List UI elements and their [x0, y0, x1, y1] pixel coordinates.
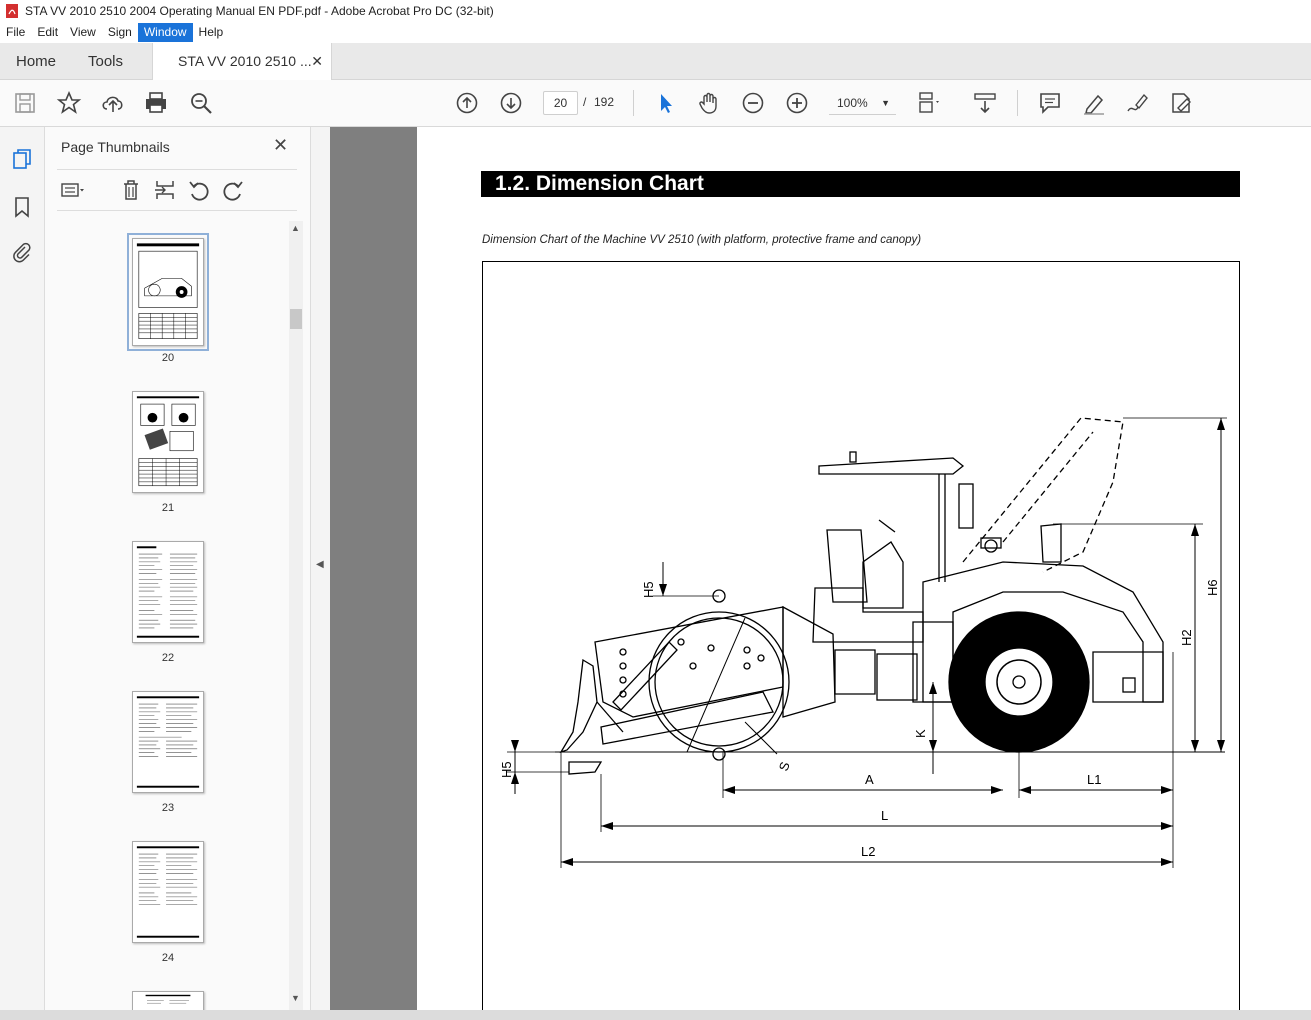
tab-home[interactable]: Home	[16, 43, 56, 80]
section-title: 1.2. Dimension Chart	[481, 171, 1240, 197]
tab-document-label: STA VV 2010 2510 ...	[178, 53, 312, 69]
star-icon[interactable]	[56, 90, 82, 116]
scroll-down-icon[interactable]: ▼	[291, 993, 300, 1003]
bookmark-icon[interactable]	[10, 195, 34, 219]
page-thumbnail[interactable]	[132, 391, 204, 493]
figure-caption: Dimension Chart of the Machine VV 2510 (…	[482, 234, 922, 246]
zoom-out-icon[interactable]	[740, 90, 766, 116]
menu-view[interactable]: View	[64, 23, 102, 42]
chevron-down-icon: ▼	[881, 98, 890, 108]
page-thumbnails-panel: Page Thumbnails ✕ 20 21 22 23 24 ▲ ▼	[45, 127, 311, 1020]
collapse-panel-icon[interactable]: ◀	[316, 559, 324, 570]
machine-line-drawing: H5 H5 S K A L1 L L2 H2 H6	[499, 417, 1227, 868]
rotate-right-icon[interactable]	[220, 177, 246, 203]
close-icon[interactable]: ✕	[273, 135, 288, 156]
highlight-pen-icon[interactable]	[1081, 90, 1107, 116]
panel-title: Page Thumbnails	[61, 139, 170, 155]
toolbar-divider	[633, 90, 634, 116]
label-l1: L1	[1087, 772, 1101, 787]
navigation-rail	[0, 127, 45, 1020]
hand-tool-icon[interactable]	[696, 90, 722, 116]
acrobat-window: STA VV 2010 2510 2004 Operating Manual E…	[0, 0, 1311, 1020]
menu-file[interactable]: File	[0, 23, 31, 42]
thumbnail-page-number: 23	[161, 802, 175, 814]
menu-window[interactable]: Window	[137, 23, 193, 42]
thumbnail-preview	[136, 243, 200, 339]
page-total: 192	[594, 95, 615, 109]
page-thumbnail[interactable]	[132, 841, 204, 943]
page-thumbnail[interactable]	[127, 233, 209, 351]
select-cursor-icon[interactable]	[652, 90, 678, 116]
pdf-page: 1.2. Dimension Chart Dimension Chart of …	[417, 127, 1311, 1020]
toolbar-divider	[1017, 90, 1018, 116]
previous-page-icon[interactable]	[454, 90, 480, 116]
tab-tools[interactable]: Tools	[88, 43, 123, 80]
label-l: L	[881, 808, 888, 823]
window-title: STA VV 2010 2510 2004 Operating Manual E…	[25, 4, 494, 18]
thumbnail-page-number: 24	[161, 952, 175, 964]
page-thumbnail[interactable]	[132, 541, 204, 643]
document-viewer[interactable]: 1.2. Dimension Chart Dimension Chart of …	[330, 127, 1311, 1020]
label-k: K	[913, 729, 928, 738]
label-l2: L2	[861, 844, 875, 859]
panel-divider	[57, 169, 297, 170]
thumbnail-preview	[136, 546, 200, 638]
page-number-input[interactable]: 20	[543, 91, 578, 115]
thumbnail-preview	[136, 396, 200, 487]
thumbnail-page-number: 20	[161, 352, 175, 364]
label-h5-left: H5	[499, 761, 514, 778]
tab-bar: Home Tools STA VV 2010 2510 ... ✕	[0, 43, 1311, 80]
menu-sign[interactable]: Sign	[102, 23, 138, 42]
thumbnail-options-icon[interactable]	[59, 177, 85, 203]
close-tab-icon[interactable]: ✕	[311, 43, 323, 80]
panel-collapse-strip[interactable]: ◀	[311, 127, 330, 1020]
label-h6: H6	[1205, 579, 1220, 596]
save-icon[interactable]	[12, 90, 38, 116]
upload-cloud-icon[interactable]	[100, 90, 126, 116]
thumbnail-scrollbar[interactable]	[289, 221, 303, 1011]
zoom-select[interactable]: 100% ▼	[829, 91, 896, 115]
dimension-drawing: H5 H5 S K A L1 L L2 H2 H6	[482, 261, 1240, 1020]
zoom-value: 100%	[837, 96, 868, 110]
menu-help[interactable]: Help	[193, 23, 230, 42]
attachment-icon[interactable]	[10, 240, 34, 264]
thumbnail-page-number: 22	[161, 652, 175, 664]
scroll-mode-icon[interactable]	[972, 90, 998, 116]
panel-divider	[57, 210, 297, 211]
acrobat-icon	[6, 4, 18, 18]
toolbar: 20 / 192 100% ▼	[0, 80, 1311, 127]
comment-icon[interactable]	[1037, 90, 1063, 116]
insert-page-icon[interactable]	[152, 177, 178, 203]
label-s: S	[776, 759, 793, 773]
title-bar: STA VV 2010 2510 2004 Operating Manual E…	[0, 0, 1311, 22]
fill-sign-icon[interactable]	[1168, 90, 1194, 116]
tab-document[interactable]: STA VV 2010 2510 ... ✕	[152, 43, 332, 80]
sign-pen-icon[interactable]	[1124, 90, 1150, 116]
zoom-search-icon[interactable]	[188, 90, 214, 116]
label-h5-top: H5	[641, 581, 656, 598]
page-thumbnails-icon[interactable]	[10, 147, 34, 171]
taskbar-strip	[0, 1010, 1311, 1020]
next-page-icon[interactable]	[498, 90, 524, 116]
label-a: A	[865, 772, 874, 787]
thumbnail-preview	[136, 846, 200, 938]
menu-edit[interactable]: Edit	[31, 23, 64, 42]
zoom-in-icon[interactable]	[784, 90, 810, 116]
thumbnail-preview	[136, 696, 200, 788]
page-display-icon[interactable]	[916, 90, 942, 116]
scrollbar-thumb[interactable]	[290, 309, 302, 329]
rotate-left-icon[interactable]	[186, 177, 212, 203]
page-separator: /	[583, 95, 587, 109]
print-icon[interactable]	[143, 90, 169, 116]
thumbnail-page-number: 21	[161, 502, 175, 514]
page-thumbnail[interactable]	[132, 691, 204, 793]
menu-bar: File Edit View Sign Window Help	[0, 22, 1311, 43]
label-h2: H2	[1179, 629, 1194, 646]
delete-page-icon[interactable]	[118, 177, 144, 203]
scroll-up-icon[interactable]: ▲	[291, 223, 300, 233]
